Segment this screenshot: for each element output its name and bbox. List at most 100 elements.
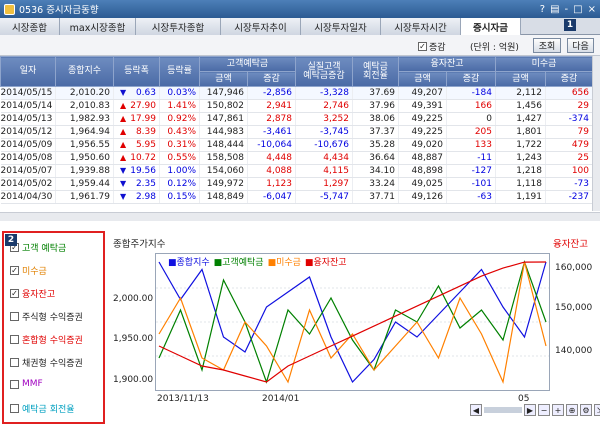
- cell-deposit-change: -10,064: [247, 138, 296, 152]
- series-option-label: 혼합형 수익증권: [22, 336, 83, 346]
- cell-value: 2.35: [135, 179, 156, 189]
- zoom-fit-icon[interactable]: ⊕: [566, 404, 578, 416]
- cell-change: ▲ 8.39: [113, 125, 160, 139]
- scroll-right-icon[interactable]: ▶: [524, 404, 536, 416]
- cell-value: 34.10: [369, 166, 395, 176]
- down-arrow-icon: ▼: [120, 88, 127, 97]
- cell-value: -3,328: [319, 88, 349, 98]
- unit-label: (단위 : 억원): [470, 43, 519, 53]
- series-option[interactable]: ✓ 미수금: [10, 264, 47, 277]
- settings-icon[interactable]: ⚙: [580, 404, 592, 416]
- col-unpaid-change[interactable]: 증감: [545, 71, 593, 87]
- menu-icon[interactable]: ▤: [550, 4, 559, 15]
- cell-deposit-change: -3,461: [247, 125, 296, 139]
- cell-value: 1,982.93: [69, 114, 110, 124]
- table-row[interactable]: 2014/04/30 1,961.79 ▼ 2.98 0.15% 148,849 -6,04…: [0, 190, 593, 204]
- close-icon[interactable]: ×: [588, 4, 596, 15]
- cell-unpaid-change: 656: [545, 86, 593, 100]
- table-row[interactable]: 2014/05/08 1,950.60 ▲ 10.72 0.55% 158,508 4,44…: [0, 151, 593, 165]
- tab-market-investment-daily[interactable]: 시장투자일자: [301, 18, 381, 35]
- col-real-deposit[interactable]: 실질고객 예탁금증감: [295, 56, 353, 87]
- cell-value: 79: [577, 127, 589, 137]
- cell-unpaid-amount: 1,722: [495, 138, 546, 152]
- legend-item: ■고객예탁금: [214, 255, 264, 268]
- table-row[interactable]: 2014/05/14 2,010.83 ▲ 27.90 1.41% 150,802 2,94…: [0, 99, 593, 113]
- col-deposit-amount[interactable]: 금액: [199, 71, 248, 87]
- table-row[interactable]: 2014/05/09 1,956.55 ▲ 5.95 0.31% 148,444 -10,0…: [0, 138, 593, 152]
- table-row[interactable]: 2014/05/07 1,939.88 ▼ 19.56 1.00% 154,060 4,08…: [0, 164, 593, 178]
- series-option[interactable]: 예탁금 회전율: [10, 402, 75, 415]
- help-icon[interactable]: ?: [540, 4, 545, 15]
- series-option[interactable]: 혼합형 수익증권: [10, 333, 83, 346]
- table-horizontal-scrollbar[interactable]: [0, 212, 600, 221]
- tab-market-funds[interactable]: 증시자금: [461, 18, 521, 35]
- cell-credit-change: 205: [446, 125, 496, 139]
- series-option-checkbox[interactable]: [10, 358, 19, 367]
- toolbar: ✓ 증감 (단위 : 억원) 조회 다음: [0, 35, 600, 89]
- chart-scroll-track[interactable]: [484, 407, 522, 413]
- col-credit-amount[interactable]: 금액: [398, 71, 447, 87]
- cell-value: 149,972: [206, 179, 244, 189]
- zoom-out-icon[interactable]: −: [538, 404, 550, 416]
- cell-value: 1,961.79: [69, 192, 110, 202]
- series-option-checkbox[interactable]: [10, 312, 19, 321]
- cell-credit-amount: 49,020: [398, 138, 447, 152]
- cell-value: 1.41%: [167, 101, 196, 111]
- cell-change: ▲ 5.95: [113, 138, 160, 152]
- y-right-tick-2: 140,000: [555, 346, 593, 356]
- table-row[interactable]: 2014/05/15 2,010.20 ▼ 0.63 0.03% 147,946 -2,85…: [0, 86, 593, 100]
- cell-value: 33.24: [369, 179, 395, 189]
- col-date[interactable]: 일자: [0, 56, 56, 87]
- col-unpaid-amount[interactable]: 금액: [495, 71, 546, 87]
- col-index[interactable]: 종합지수: [55, 56, 114, 87]
- col-rate[interactable]: 등락률: [159, 56, 200, 87]
- series-option[interactable]: ✓ 고객 예탁금: [10, 241, 66, 254]
- col-credit-change[interactable]: 증감: [446, 71, 496, 87]
- tab-max-market-summary[interactable]: max시장종합: [60, 18, 136, 35]
- next-button[interactable]: 다음: [567, 38, 594, 53]
- cell-value: 0.31%: [167, 140, 196, 150]
- query-button[interactable]: 조회: [533, 38, 561, 53]
- cell-date: 2014/05/13: [0, 112, 56, 126]
- series-option-checkbox[interactable]: [10, 404, 19, 413]
- col-deposit-change[interactable]: 증감: [247, 71, 296, 87]
- cell-credit-amount: 48,887: [398, 151, 447, 165]
- series-option[interactable]: ✓ 융자잔고: [10, 287, 55, 300]
- change-checkbox-group[interactable]: ✓ 증감: [418, 40, 446, 53]
- tab-market-summary[interactable]: 시장종합: [0, 18, 60, 35]
- minimize-icon[interactable]: -: [565, 4, 569, 15]
- maximize-icon[interactable]: □: [573, 4, 582, 15]
- col-turnover[interactable]: 예탁금 회전율: [352, 56, 399, 87]
- scroll-left-icon[interactable]: ◀: [470, 404, 482, 416]
- tab-market-investment-hourly[interactable]: 시장투자시간: [381, 18, 461, 35]
- series-option[interactable]: 주식형 수익증권: [10, 310, 83, 323]
- cell-value: 1,427: [516, 114, 542, 124]
- series-option-checkbox[interactable]: ✓: [10, 266, 19, 275]
- series-option[interactable]: 채권형 수익증권: [10, 356, 83, 369]
- chart-plot-area[interactable]: [155, 253, 550, 391]
- series-option-checkbox[interactable]: ✓: [10, 289, 19, 298]
- cell-rate: 1.41%: [159, 99, 200, 113]
- col-change[interactable]: 등락폭: [113, 56, 160, 87]
- table-row[interactable]: 2014/05/13 1,982.93 ▲ 17.99 0.92% 147,861 2,87…: [0, 112, 593, 126]
- cell-turnover: 33.24: [352, 177, 399, 191]
- export-icon[interactable]: ⇲: [594, 404, 600, 416]
- series-option[interactable]: MMF: [10, 379, 43, 389]
- tab-market-investment-summary[interactable]: 시장투자종합: [136, 18, 221, 35]
- cell-value: 2014/05/15: [0, 88, 53, 98]
- cell-date: 2014/05/12: [0, 125, 56, 139]
- cell-value: 2,878: [266, 114, 292, 124]
- tab-market-investment-trend[interactable]: 시장투자추이: [221, 18, 301, 35]
- cell-value: 0.12%: [167, 179, 196, 189]
- change-checkbox[interactable]: ✓: [418, 42, 427, 51]
- table-row[interactable]: 2014/05/02 1,959.44 ▼ 2.35 0.12% 149,972 1,123…: [0, 177, 593, 191]
- cell-value: 147,861: [206, 114, 244, 124]
- table-row[interactable]: 2014/05/12 1,964.94 ▲ 8.39 0.43% 144,983 -3,46…: [0, 125, 593, 139]
- table-vertical-scrollbar[interactable]: [592, 56, 600, 211]
- series-option-checkbox[interactable]: [10, 379, 19, 389]
- series-option-checkbox[interactable]: [10, 335, 19, 344]
- cell-turnover: 37.71: [352, 190, 399, 204]
- cell-real-deposit: -3,745: [295, 125, 353, 139]
- zoom-in-icon[interactable]: +: [552, 404, 564, 416]
- cell-turnover: 37.37: [352, 125, 399, 139]
